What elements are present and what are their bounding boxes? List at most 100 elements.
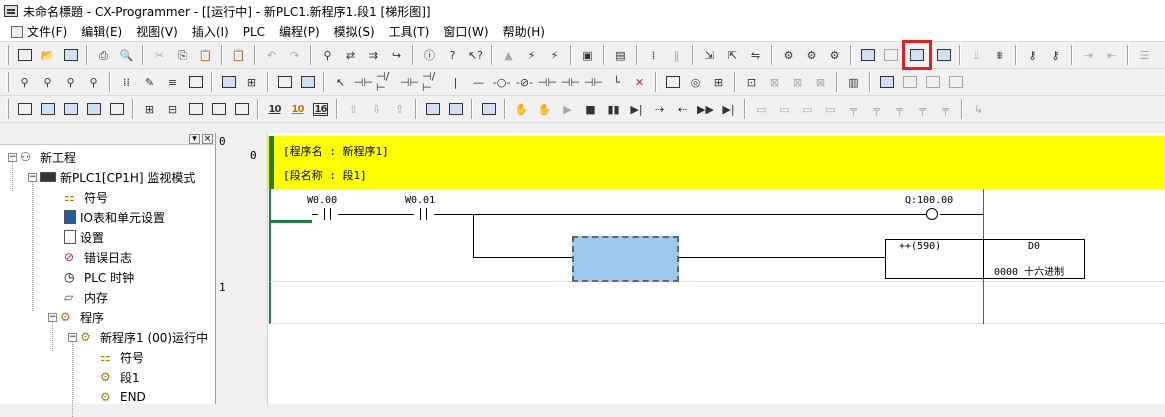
- menu-program[interactable]: 编程(P): [272, 23, 327, 40]
- online-simulator-icon[interactable]: ⚡: [544, 45, 565, 66]
- warning-icon[interactable]: ▲: [498, 45, 519, 66]
- menu-help[interactable]: 帮助(H): [496, 23, 552, 40]
- replace-icon[interactable]: ⇄: [340, 45, 361, 66]
- cell-cursor[interactable]: [572, 236, 679, 282]
- monitor-icon[interactable]: ▤: [610, 45, 631, 66]
- restore-icon[interactable]: ▾: [189, 133, 200, 144]
- transfer-to-plc-icon[interactable]: ⇲: [699, 45, 720, 66]
- find-icon[interactable]: ⚲: [317, 45, 338, 66]
- io-map2-icon[interactable]: [899, 72, 920, 93]
- breakpoint-icon[interactable]: ✋: [511, 99, 532, 120]
- zoom-in-icon[interactable]: ⚲: [37, 72, 58, 93]
- online-edit-cancel-icon[interactable]: [880, 45, 901, 66]
- tree-section1[interactable]: ⚙ 段1: [0, 367, 215, 387]
- goto-icon[interactable]: ↪: [386, 45, 407, 66]
- info-icon[interactable]: ⓘ: [419, 45, 440, 66]
- undo-icon[interactable]: ↶: [261, 45, 282, 66]
- data-trace-icon[interactable]: ⩩: [989, 45, 1010, 66]
- global-symbols-view-icon[interactable]: [208, 99, 229, 120]
- grid-icon[interactable]: ⁞⁞: [116, 72, 137, 93]
- menu-window[interactable]: 窗口(W): [436, 23, 495, 40]
- continuous-step-icon[interactable]: ▶▶: [695, 99, 716, 120]
- graph-icon[interactable]: ⊠: [764, 72, 785, 93]
- output-window-icon[interactable]: [37, 99, 58, 120]
- step-ladder-icon[interactable]: ╤: [843, 99, 864, 120]
- block2-icon[interactable]: ▭: [774, 99, 795, 120]
- mnemonic-view-icon[interactable]: ⊟: [162, 99, 183, 120]
- tree-program1[interactable]: − ⚙ 新程序1 (00)运行中: [0, 327, 215, 347]
- run-icon[interactable]: ▶: [557, 99, 578, 120]
- address-ref-icon[interactable]: ⊡: [741, 72, 762, 93]
- compare-icon[interactable]: ⇋: [745, 45, 766, 66]
- menu-insert[interactable]: 插入(I): [185, 23, 236, 40]
- paste-special-icon[interactable]: 📋: [228, 45, 249, 66]
- differential-monitor-icon[interactable]: ⫫: [966, 45, 987, 66]
- decimal-10-icon[interactable]: 10: [287, 99, 308, 120]
- toolbar-grip[interactable]: [6, 99, 9, 119]
- tree-end[interactable]: ⚙ END: [0, 387, 215, 407]
- output-coil[interactable]: [926, 208, 938, 220]
- move-down-icon[interactable]: ⇩: [366, 99, 387, 120]
- step-ladder2-icon[interactable]: ╤: [866, 99, 887, 120]
- collapse-icon[interactable]: −: [68, 332, 77, 342]
- pt-contact-icon[interactable]: ⊣⊢: [560, 72, 581, 93]
- memory-view-icon[interactable]: ▥: [843, 72, 864, 93]
- local-symbols-view-icon[interactable]: [185, 99, 206, 120]
- pt-coil-icon[interactable]: ⊣⊢: [583, 72, 604, 93]
- coil-icon[interactable]: -○-: [491, 72, 512, 93]
- contact-no[interactable]: [414, 208, 434, 220]
- monitor-online-edit-icon[interactable]: [902, 40, 932, 70]
- tree-settings[interactable]: 设置: [0, 227, 215, 247]
- menu-view[interactable]: 视图(V): [129, 23, 185, 40]
- force-on-icon[interactable]: ⚙: [778, 45, 799, 66]
- transfer-from-plc-icon[interactable]: ⇱: [722, 45, 743, 66]
- auto-online-icon[interactable]: ▣: [577, 45, 598, 66]
- cut-icon[interactable]: ✂: [149, 45, 170, 66]
- or-nc-icon[interactable]: ⊣/⊢: [422, 71, 443, 93]
- context-help-icon[interactable]: ↖?: [465, 45, 486, 66]
- tree-memory[interactable]: ▱ 内存: [0, 287, 215, 307]
- block3-icon[interactable]: ▭: [797, 99, 818, 120]
- hex-16-icon[interactable]: 16: [310, 99, 331, 120]
- toolbar-grip[interactable]: [6, 72, 9, 92]
- memory-card-icon[interactable]: ⚷: [1022, 45, 1043, 66]
- sim-settings-icon[interactable]: [478, 99, 499, 120]
- watch-icon[interactable]: ◎: [685, 72, 706, 93]
- menu-simulation[interactable]: 模拟(S): [327, 23, 382, 40]
- io-map4-icon[interactable]: [945, 72, 966, 93]
- sim-online-icon[interactable]: [422, 99, 443, 120]
- step-out-icon[interactable]: ⇠: [672, 99, 693, 120]
- menu-file[interactable]: 文件(F): [4, 23, 74, 40]
- move-up-icon[interactable]: ⇧: [343, 99, 364, 120]
- collapse-icon[interactable]: −: [28, 172, 37, 182]
- return-icon[interactable]: ↳: [968, 99, 989, 120]
- menu-tools[interactable]: 工具(T): [382, 23, 437, 40]
- contact-no-icon[interactable]: ⊣⊢: [353, 72, 374, 93]
- or-no-icon[interactable]: ⊣⊢: [399, 72, 420, 93]
- step-ladder3-icon[interactable]: ╤: [889, 99, 910, 120]
- move-icon[interactable]: ⇪: [389, 99, 410, 120]
- step-in-icon[interactable]: ⇢: [649, 99, 670, 120]
- binary-10-icon[interactable]: 10: [264, 99, 285, 120]
- online-icon[interactable]: ⚡: [521, 45, 542, 66]
- tree-plc[interactable]: − 新PLC1[CP1H] 监视模式: [0, 167, 215, 187]
- watch-window-icon[interactable]: [60, 99, 81, 120]
- rung-comment-icon[interactable]: ≡: [162, 72, 183, 93]
- find-next-icon[interactable]: ⇉: [363, 45, 384, 66]
- line-draw-icon[interactable]: └: [606, 72, 627, 93]
- pause-icon[interactable]: ‖: [666, 45, 687, 66]
- print-preview-icon[interactable]: 🔍: [116, 45, 137, 66]
- tree-programs[interactable]: − ⚙ 程序: [0, 307, 215, 327]
- force-cancel-icon[interactable]: ⚙: [824, 45, 845, 66]
- stop-icon[interactable]: ■: [580, 99, 601, 120]
- online-edit-send-icon[interactable]: [933, 45, 954, 66]
- window-icon[interactable]: [231, 99, 252, 120]
- ladder-view-icon[interactable]: ⊞: [139, 99, 160, 120]
- step-run-icon[interactable]: ▶|: [626, 99, 647, 120]
- zoom-icon[interactable]: ⚲: [14, 72, 35, 93]
- io-map-icon[interactable]: [876, 72, 897, 93]
- zoom-out-icon[interactable]: ⚲: [83, 72, 104, 93]
- graph3-icon[interactable]: ⊠: [810, 72, 831, 93]
- redo-icon[interactable]: ↷: [284, 45, 305, 66]
- properties-icon[interactable]: [106, 99, 127, 120]
